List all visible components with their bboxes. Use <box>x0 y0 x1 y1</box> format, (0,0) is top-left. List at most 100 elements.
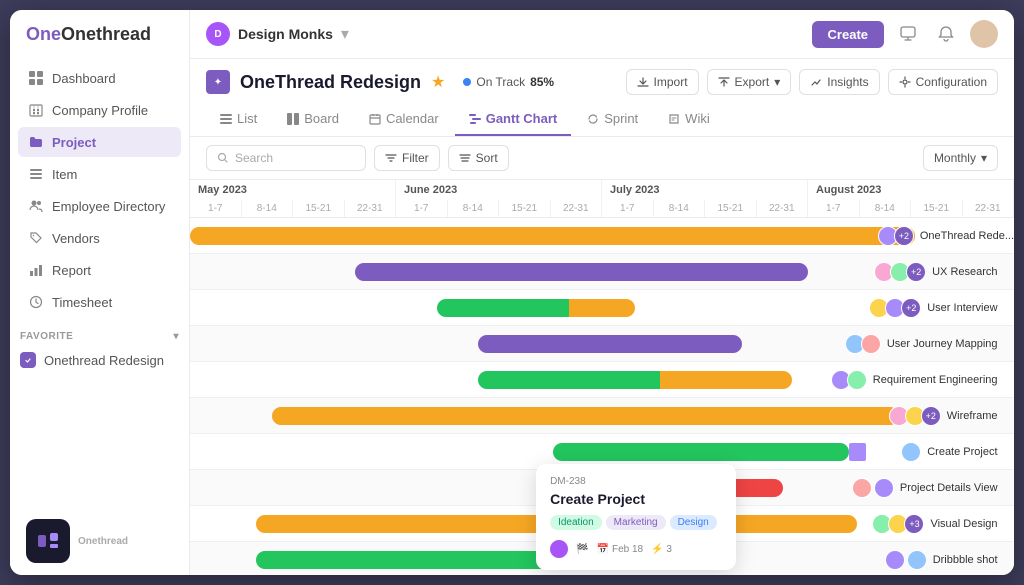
table-row: User Journey Mapping <box>190 326 1014 362</box>
bar-user-interview-yellow[interactable] <box>569 299 635 317</box>
users-icon <box>28 198 44 214</box>
sidebar-item-profile[interactable]: Company Profile <box>18 95 181 125</box>
month-jul: July 2023 <box>602 180 808 200</box>
tab-wiki[interactable]: Wiki <box>654 103 724 136</box>
sidebar-item-timesheet[interactable]: Timesheet <box>18 287 181 317</box>
bell-icon[interactable] <box>932 20 960 48</box>
project-header: ✦ OneThread Redesign ★ On Track 85% Impo… <box>190 59 1014 137</box>
tooltip-tags: Ideation Marketing Design <box>550 515 722 530</box>
workspace-avatar: D <box>206 22 230 46</box>
sort-button[interactable]: Sort <box>448 145 509 171</box>
tab-list[interactable]: List <box>206 103 271 136</box>
star-icon[interactable]: ★ <box>431 72 445 92</box>
row-label-onethread: +2 OneThread Rede... <box>878 226 1014 246</box>
filter-button[interactable]: Filter <box>374 145 440 171</box>
avatar-stack: +3 <box>872 514 924 534</box>
avatar <box>861 334 881 354</box>
sidebar-item-project[interactable]: Project <box>18 127 181 157</box>
tab-board[interactable]: Board <box>273 103 353 136</box>
folder-icon <box>28 134 44 150</box>
sidebar-favorite-item[interactable]: Onethread Redesign <box>10 346 189 374</box>
row-task-label: UX Research <box>932 266 997 278</box>
bar-onethread[interactable] <box>190 227 915 245</box>
avatar-stack: +2 <box>874 262 926 282</box>
avatar-count: +2 <box>901 298 921 318</box>
sidebar-item-profile-label: Company Profile <box>52 103 148 118</box>
search-box[interactable]: Search <box>206 145 366 171</box>
create-button[interactable]: Create <box>812 21 884 48</box>
avatar <box>907 550 927 570</box>
month-jun: June 2023 <box>396 180 602 200</box>
sidebar: OneOnethread Dashboard Company Profile <box>10 10 190 575</box>
bar-create-project[interactable] <box>553 443 850 461</box>
on-track-badge: On Track 85% <box>463 75 554 89</box>
period-select[interactable]: Monthly ▾ <box>923 145 998 171</box>
week-row: 1-7 8-14 15-21 22-31 1-7 8-14 15-21 22-3… <box>190 200 1014 217</box>
avatar <box>852 478 872 498</box>
row-task-label: Create Project <box>927 446 997 458</box>
sidebar-item-report[interactable]: Report <box>18 255 181 285</box>
workspace-dropdown-icon[interactable]: ▾ <box>341 24 349 44</box>
on-track-label: On Track <box>476 75 525 89</box>
row-task-label: Dribbble shot <box>933 554 998 566</box>
avatar-count: +2 <box>921 406 941 426</box>
favorite-collapse-icon[interactable]: ▾ <box>173 331 179 342</box>
bar-req-eng-yellow[interactable] <box>660 371 792 389</box>
row-label-create: Create Project <box>901 442 997 462</box>
bar-ux-research[interactable] <box>355 263 808 281</box>
logo: OneOnethread <box>10 10 189 59</box>
export-chevron: ▾ <box>774 75 780 89</box>
sidebar-item-dashboard[interactable]: Dashboard <box>18 63 181 93</box>
favorite-item-label: Onethread Redesign <box>44 353 164 368</box>
row-task-label: OneThread Rede... <box>920 230 1014 242</box>
topbar-left: D Design Monks ▾ <box>206 22 812 46</box>
gantt-toolbar: Search Filter Sort Monthly ▾ <box>190 137 1014 180</box>
tooltip-date: 📅 Feb 18 <box>597 544 644 555</box>
avatar-count: +2 <box>906 262 926 282</box>
gantt-chart[interactable]: May 2023 June 2023 July 2023 August 2023… <box>190 180 1014 575</box>
tooltip-title: Create Project <box>550 491 722 507</box>
user-avatar[interactable] <box>970 20 998 48</box>
export-button[interactable]: Export ▾ <box>707 69 792 95</box>
sidebar-item-item[interactable]: Item <box>18 159 181 189</box>
insights-button[interactable]: Insights <box>799 69 879 95</box>
sidebar-item-dashboard-label: Dashboard <box>52 71 116 86</box>
gantt-area: Search Filter Sort Monthly ▾ <box>190 137 1014 575</box>
bar-user-journey[interactable] <box>478 335 742 353</box>
avatar-stack <box>831 370 867 390</box>
progress-percent: 85% <box>530 75 554 89</box>
table-row: Requirement Engineering <box>190 362 1014 398</box>
row-label-dribbble: Dribbble shot <box>885 550 998 570</box>
sidebar-item-employee[interactable]: Employee Directory <box>18 191 181 221</box>
configuration-button[interactable]: Configuration <box>888 69 998 95</box>
favorite-item-icon <box>20 352 36 368</box>
main-content: D Design Monks ▾ Create <box>190 10 1014 575</box>
bar-wireframe[interactable] <box>272 407 898 425</box>
sidebar-item-report-label: Report <box>52 263 91 278</box>
monitor-icon[interactable] <box>894 20 922 48</box>
favorite-section-label: FAVORITE ▾ <box>10 323 189 346</box>
avatar <box>874 478 894 498</box>
tab-calendar[interactable]: Calendar <box>355 103 453 136</box>
gantt-body: +2 OneThread Rede... <box>190 218 1014 575</box>
row-label-req: Requirement Engineering <box>831 370 998 390</box>
bar-req-eng-green[interactable] <box>478 371 659 389</box>
tab-gantt[interactable]: Gantt Chart <box>455 103 572 136</box>
tooltip-flag-icon: 🏁 <box>576 544 588 555</box>
bar-user-interview-green[interactable] <box>437 299 569 317</box>
search-placeholder: Search <box>235 151 273 165</box>
row-label-details: Project Details View <box>852 478 998 498</box>
row-task-label: User Journey Mapping <box>887 338 998 350</box>
sidebar-item-item-label: Item <box>52 167 77 182</box>
row-label-journey: User Journey Mapping <box>845 334 998 354</box>
tab-sprint[interactable]: Sprint <box>573 103 652 136</box>
row-label-ux: +2 UX Research <box>874 262 997 282</box>
row-task-label: Visual Design <box>930 518 997 530</box>
calendar-icon: 📅 <box>597 544 609 555</box>
sidebar-item-vendors[interactable]: Vendors <box>18 223 181 253</box>
tooltip-footer: 🏁 📅 Feb 18 ⚡ 3 <box>550 540 722 558</box>
on-track-dot <box>463 78 471 86</box>
clock-icon <box>28 294 44 310</box>
import-button[interactable]: Import <box>626 69 699 95</box>
bar-milestone <box>849 443 865 461</box>
